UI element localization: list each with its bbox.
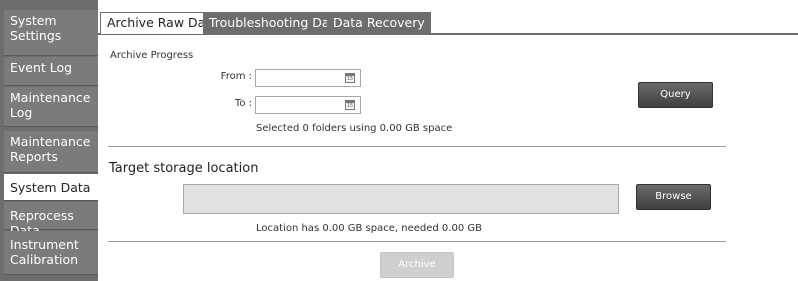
tab-label: Data Recovery	[333, 15, 425, 30]
target-storage-title: Target storage location	[109, 161, 259, 176]
section-divider	[108, 146, 726, 147]
section-divider	[108, 241, 726, 242]
sidebar-item-label: Maintenance Log	[10, 90, 91, 120]
sidebar-item-label: Maintenance Reports	[10, 134, 91, 164]
archive-button[interactable]: Archive	[380, 252, 454, 278]
sidebar-item-label: Instrument Calibration	[10, 237, 79, 267]
from-date-field[interactable]: 15	[255, 69, 361, 87]
sidebar-item-maintenance-log[interactable]: Maintenance Log	[4, 87, 98, 127]
tab-label: Troubleshooting Data	[209, 15, 343, 30]
calendar-day-text: 15	[346, 76, 354, 82]
to-label: To :	[234, 98, 252, 109]
sidebar-item-maintenance-reports[interactable]: Maintenance Reports	[4, 131, 98, 173]
calendar-icon[interactable]: 15	[345, 73, 355, 83]
sidebar: System Settings Event Log Maintenance Lo…	[0, 0, 98, 281]
storage-path-field[interactable]	[183, 184, 619, 214]
browse-button[interactable]: Browse	[636, 184, 711, 210]
selected-info-text: Selected 0 folders using 0.00 GB space	[256, 123, 453, 134]
calendar-day-text: 15	[346, 103, 354, 109]
browse-button-label: Browse	[655, 191, 692, 202]
query-button[interactable]: Query	[638, 82, 713, 108]
sidebar-item-event-log[interactable]: Event Log	[4, 57, 98, 86]
tab-label: Archive Raw Data	[107, 15, 218, 30]
archive-progress-title: Archive Progress	[110, 50, 194, 61]
sidebar-item-reprocess-data[interactable]: Reprocess Data	[4, 202, 98, 238]
sidebar-item-label: System Settings	[10, 13, 62, 43]
to-date-field[interactable]: 15	[255, 96, 361, 114]
sidebar-item-label: Event Log	[10, 60, 73, 75]
sidebar-item-system-settings[interactable]: System Settings	[4, 10, 98, 56]
sidebar-item-system-data[interactable]: System Data	[4, 174, 98, 201]
archive-button-label: Archive	[398, 259, 436, 270]
calendar-icon[interactable]: 15	[345, 100, 355, 110]
tab-data-recovery[interactable]: Data Recovery	[327, 12, 431, 34]
sidebar-item-label: System Data	[10, 180, 91, 195]
query-button-label: Query	[660, 89, 691, 100]
location-info-text: Location has 0.00 GB space, needed 0.00 …	[256, 223, 482, 234]
sidebar-item-instrument-calibration[interactable]: Instrument Calibration	[4, 231, 98, 275]
from-label: From :	[220, 71, 252, 82]
